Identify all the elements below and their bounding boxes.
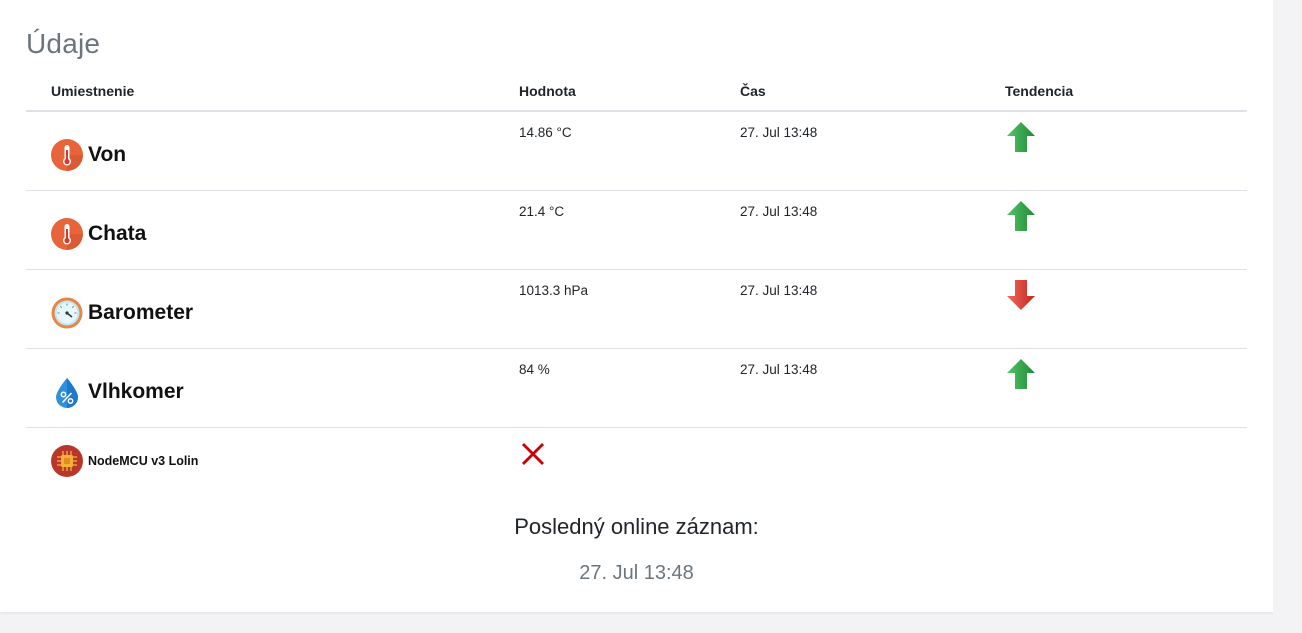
location-name: Chata [88,222,147,245]
chip-icon [51,445,83,477]
reading-time: 27. Jul 13:48 [740,362,818,377]
header-value: Hodnota [494,72,715,112]
device-status-row: NodeMCU v3 Lolin [26,428,1247,495]
reading-time: 27. Jul 13:48 [740,283,818,298]
reading-time: 27. Jul 13:48 [740,125,818,140]
time-cell: 27. Jul 13:48 [715,348,980,428]
device-status-cell [494,428,715,495]
reading-value: 14.86 °C [519,125,572,140]
last-online-time: 27. Jul 13:48 [579,562,694,584]
barometer-gauge-icon [51,297,83,329]
reading-value: 1013.3 hPa [519,283,589,298]
location-cell: Von [26,111,494,191]
value-cell: 84 % [494,348,715,428]
offline-x-icon [522,443,544,465]
table-row: Barometer 1013.3 hPa 27. Jul 13:48 [26,269,1247,349]
last-online-label: Posledný online záznam: [514,514,759,539]
table-row: Von 14.86 °C 27. Jul 13:48 [26,111,1247,191]
trend-cell [980,111,1247,191]
location-cell: Barometer [26,269,494,349]
table-row: Chata 21.4 °C 27. Jul 13:48 [26,190,1247,270]
device-name: NodeMCU v3 Lolin [88,454,199,468]
value-cell: 21.4 °C [494,190,715,270]
value-cell: 14.86 °C [494,111,715,191]
table-header-row: Umiestnenie Hodnota Čas Tendencia [26,72,1247,112]
page-background-gutter [1273,0,1302,633]
trend-up-arrow-icon [1007,359,1035,389]
location-name: Von [88,143,127,166]
reading-time: 27. Jul 13:48 [740,204,818,219]
trend-up-arrow-icon [1007,201,1035,231]
thermometer-icon [51,139,83,171]
device-cell: NodeMCU v3 Lolin [26,428,494,495]
thermometer-icon [51,218,83,250]
readings-table: Umiestnenie Hodnota Čas Tendencia Von 14… [26,72,1247,494]
time-cell: 27. Jul 13:48 [715,190,980,270]
value-cell: 1013.3 hPa [494,269,715,349]
header-time: Čas [715,72,980,112]
trend-cell [980,348,1247,428]
table-row: Vlhkomer 84 % 27. Jul 13:48 [26,348,1247,428]
trend-down-arrow-icon [1007,280,1035,310]
card-title: Údaje [26,28,101,59]
trend-cell [980,190,1247,270]
reading-value: 84 % [519,362,550,377]
trend-cell [980,269,1247,349]
location-name: Vlhkomer [88,380,184,403]
time-cell: 27. Jul 13:48 [715,111,980,191]
header-trend: Tendencia [980,72,1247,112]
time-cell: 27. Jul 13:48 [715,269,980,349]
location-cell: Chata [26,190,494,270]
data-card: Údaje Umiestnenie Hodnota Čas Tendencia [0,0,1273,612]
header-location: Umiestnenie [26,72,494,112]
humidity-drop-icon [56,378,78,408]
location-cell: Vlhkomer [26,348,494,428]
location-name: Barometer [88,301,194,324]
reading-value: 21.4 °C [519,204,565,219]
trend-up-arrow-icon [1007,122,1035,152]
